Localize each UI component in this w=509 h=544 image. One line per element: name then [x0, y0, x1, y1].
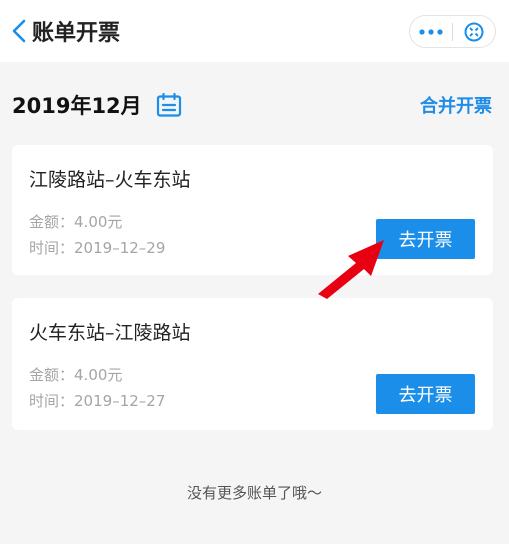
- calendar-icon: [156, 93, 181, 117]
- amount-label: 金额：: [29, 213, 75, 231]
- nav-bar: 账单开票: [0, 0, 509, 62]
- amount-value: 4.00元: [74, 366, 123, 384]
- invoice-button[interactable]: 去开票: [376, 219, 475, 259]
- date-value: 2019–12–27: [74, 392, 166, 410]
- page-title: 账单开票: [32, 21, 121, 46]
- date-label: 时间：: [29, 392, 75, 410]
- close-circle-icon: [464, 22, 484, 41]
- month-header: 2019年12月 合并开票: [0, 80, 509, 130]
- bill-date: 时间：2019–12–29: [29, 237, 165, 258]
- close-button[interactable]: [453, 16, 495, 47]
- bill-route: 江陵路站–火车东站: [29, 169, 191, 191]
- merge-invoice-link[interactable]: 合并开票: [420, 92, 492, 118]
- bill-amount: 金额：4.00元: [29, 364, 122, 385]
- bill-card: 火车东站–江陵路站 金额：4.00元 时间：2019–12–27 去开票: [12, 298, 493, 430]
- date-value: 2019–12–29: [74, 239, 166, 257]
- more-dots-icon: [419, 28, 443, 35]
- miniapp-capsule: [409, 15, 496, 48]
- amount-value: 4.00元: [74, 213, 123, 231]
- bill-card: 江陵路站–火车东站 金额：4.00元 时间：2019–12–29 去开票: [12, 145, 493, 275]
- invoice-button[interactable]: 去开票: [376, 374, 475, 414]
- back-button[interactable]: [0, 0, 26, 62]
- amount-label: 金额：: [29, 366, 75, 384]
- no-more-bills-note: 没有更多账单了哦～: [186, 484, 322, 502]
- month-label: 2019年12月: [12, 94, 142, 118]
- bill-amount: 金额：4.00元: [29, 211, 122, 232]
- date-label: 时间：: [29, 239, 75, 257]
- bill-route: 火车东站–江陵路站: [29, 322, 191, 344]
- red-arrow-icon: [318, 240, 384, 299]
- calendar-button[interactable]: [156, 93, 182, 117]
- more-button[interactable]: [410, 16, 452, 47]
- bill-date: 时间：2019–12–27: [29, 390, 165, 411]
- chevron-left-icon: [12, 19, 26, 43]
